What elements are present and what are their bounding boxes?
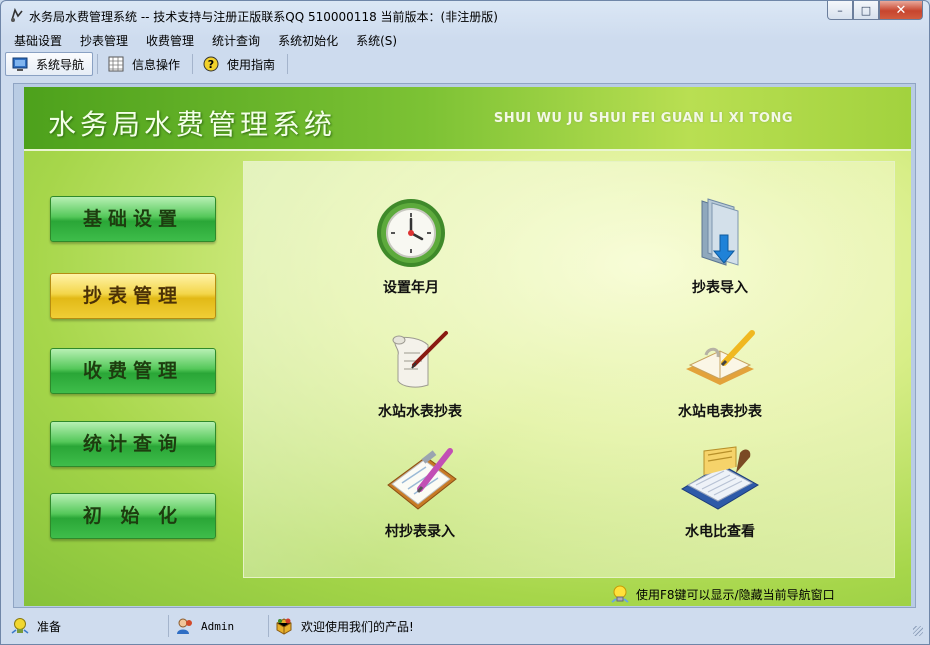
feature-station-water-reading-label: 水站水表抄表: [378, 404, 462, 420]
nav-button-basic-settings[interactable]: 基础设置: [50, 196, 216, 242]
status-username: Admin: [201, 619, 235, 633]
svg-text:?: ?: [208, 58, 214, 71]
menu-bar: 基础设置 抄表管理 收费管理 统计查询 系统初始化 系统(S): [5, 31, 406, 51]
status-message-cell: 欢迎使用我们的产品!: [269, 615, 909, 637]
toolbar-separator: [192, 54, 194, 74]
maximize-button[interactable]: □: [853, 1, 879, 20]
feature-panel: 设置年月 抄表导入 水站水表抄表 水站电表抄表 村抄表录入 水电比查看: [243, 161, 895, 578]
lightbulb-icon: [610, 584, 630, 604]
nav-button-meter-reading[interactable]: 抄表管理: [50, 273, 216, 319]
tab-info-operations[interactable]: 信息操作: [102, 52, 188, 76]
feature-station-electric-reading-label: 水站电表抄表: [678, 404, 762, 420]
nav-button-billing[interactable]: 收费管理: [50, 348, 216, 394]
help-icon: ?: [203, 56, 219, 72]
feature-water-electric-ratio[interactable]: 水电比查看: [635, 445, 805, 541]
menu-statistics[interactable]: 统计查询: [203, 31, 269, 51]
feature-village-meter-entry-label: 村抄表录入: [385, 524, 455, 540]
tab-user-guide[interactable]: ? 使用指南: [197, 52, 283, 76]
clipboard-pencil-icon: [335, 445, 505, 515]
toolbar-separator: [287, 54, 289, 74]
toolbar: 系统导航 信息操作 ? 使用指南: [5, 51, 925, 77]
window-title: 水务局水费管理系统 -- 技术支持与注册正版联系QQ 510000118 当前版…: [29, 10, 498, 24]
nav-button-statistics[interactable]: 统计查询: [50, 421, 216, 467]
tab-info-operations-label: 信息操作: [132, 57, 181, 72]
feature-set-year-month[interactable]: 设置年月: [326, 195, 496, 297]
clock-icon: [326, 195, 496, 271]
status-lightbulb-icon: [11, 617, 29, 635]
grid-icon: [108, 56, 124, 72]
feature-set-year-month-label: 设置年月: [383, 280, 439, 296]
folder-import-icon: [635, 195, 805, 271]
title-bar[interactable]: 水务局水费管理系统 -- 技术支持与注册正版联系QQ 510000118 当前版…: [1, 1, 929, 29]
banner-subtitle: SHUI WU JU SHUI FEI GUAN LI XI TONG: [493, 111, 793, 126]
minimize-button[interactable]: –: [827, 1, 853, 20]
feature-meter-import[interactable]: 抄表导入: [635, 195, 805, 297]
feature-village-meter-entry[interactable]: 村抄表录入: [335, 445, 505, 541]
tab-user-guide-label: 使用指南: [227, 57, 276, 72]
calendar-book-icon: [635, 445, 805, 515]
f8-hint-text: 使用F8键可以显示/隐藏当前导航窗口: [636, 587, 835, 602]
banner-title: 水务局水费管理系统: [48, 108, 337, 141]
menu-meter-reading[interactable]: 抄表管理: [71, 31, 137, 51]
feature-meter-import-label: 抄表导入: [692, 280, 748, 296]
product-box-icon: [275, 617, 293, 635]
status-text: 准备: [37, 619, 62, 634]
status-user-cell: Admin: [169, 615, 269, 637]
nav-button-initialize[interactable]: 初 始 化: [50, 493, 216, 539]
banner: 水务局水费管理系统 SHUI WU JU SHUI FEI GUAN LI XI…: [24, 87, 911, 149]
notebook-pencil-icon: [635, 325, 805, 395]
resize-grip[interactable]: [913, 626, 923, 636]
menu-system-init[interactable]: 系统初始化: [269, 31, 347, 51]
menu-basic-settings[interactable]: 基础设置: [5, 31, 71, 51]
status-message: 欢迎使用我们的产品!: [301, 619, 414, 634]
tab-system-navigation[interactable]: 系统导航: [5, 52, 94, 76]
tab-system-navigation-label: 系统导航: [36, 57, 85, 72]
status-bar: 准备 Admin 欢迎使用我们的产品!: [5, 614, 925, 638]
menu-billing[interactable]: 收费管理: [137, 31, 203, 51]
scroll-quill-icon: [335, 325, 505, 395]
f8-hint: 使用F8键可以显示/隐藏当前导航窗口: [610, 584, 835, 604]
menu-system[interactable]: 系统(S): [347, 31, 406, 51]
status-ready-cell: 准备: [5, 615, 169, 637]
toolbar-separator: [97, 54, 99, 74]
feature-station-water-reading[interactable]: 水站水表抄表: [335, 325, 505, 421]
app-window: 水务局水费管理系统 -- 技术支持与注册正版联系QQ 510000118 当前版…: [0, 0, 930, 645]
user-icon: [175, 617, 193, 635]
window-controls: – □ ✕: [827, 1, 923, 21]
feature-water-electric-ratio-label: 水电比查看: [685, 524, 755, 540]
navigation-panel: 水务局水费管理系统 SHUI WU JU SHUI FEI GUAN LI XI…: [13, 83, 916, 608]
feature-station-electric-reading[interactable]: 水站电表抄表: [635, 325, 805, 421]
app-logo-icon: [9, 7, 25, 23]
monitor-icon: [12, 56, 28, 72]
close-button[interactable]: ✕: [879, 1, 923, 20]
